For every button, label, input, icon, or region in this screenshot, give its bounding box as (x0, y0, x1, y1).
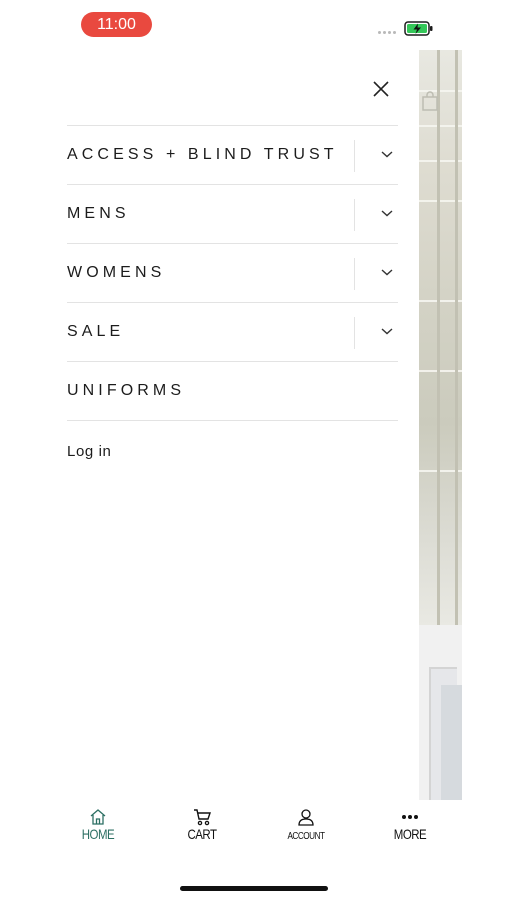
menu-item-label: MENS (67, 205, 130, 222)
store-hero-image (419, 50, 462, 625)
menu-item-label: ACCESS + BLIND TRUST (67, 146, 338, 163)
home-indicator[interactable] (180, 886, 328, 891)
tab-cart[interactable]: CART (162, 808, 242, 852)
chevron-down-icon[interactable] (380, 267, 394, 277)
tab-account[interactable]: ACCOUNT (266, 808, 346, 852)
menu-item-uniforms[interactable]: UNIFORMS (67, 361, 398, 421)
tab-label: HOME (81, 826, 115, 842)
login-link[interactable]: Log in (67, 443, 111, 460)
home-icon (90, 809, 106, 825)
status-time: 11:00 (81, 12, 152, 37)
product-image (419, 625, 462, 800)
status-bar: 11:00 (0, 0, 507, 50)
signal-icon (378, 31, 400, 35)
account-icon (298, 809, 314, 826)
chevron-down-icon[interactable] (380, 208, 394, 218)
tab-bar: HOME CART ACCOUNT MORE (0, 800, 507, 900)
tab-home[interactable]: HOME (58, 808, 138, 852)
tab-label: CART (187, 826, 217, 842)
divider (354, 199, 355, 231)
cart-icon (194, 809, 211, 826)
menu-item-access-blind-trust[interactable]: ACCESS + BLIND TRUST (67, 125, 398, 184)
divider (354, 258, 355, 290)
menu-item-sale[interactable]: SALE (67, 302, 398, 361)
menu-item-label: WOMENS (67, 264, 166, 281)
menu-item-label: SALE (67, 323, 125, 340)
close-icon[interactable] (366, 77, 396, 101)
chevron-down-icon[interactable] (380, 326, 394, 336)
divider (354, 140, 355, 172)
chevron-down-icon[interactable] (380, 149, 394, 159)
battery-charging-icon (404, 21, 433, 36)
more-icon (402, 815, 418, 819)
divider (354, 317, 355, 349)
shopping-bag-icon (422, 91, 438, 111)
tab-label: ACCOUNT (287, 831, 325, 842)
menu-item-label: UNIFORMS (67, 382, 186, 399)
tab-label: MORE (393, 826, 427, 842)
menu-item-mens[interactable]: MENS (67, 184, 398, 243)
menu-item-womens[interactable]: WOMENS (67, 243, 398, 302)
tab-more[interactable]: MORE (370, 808, 450, 852)
menu-list: ACCESS + BLIND TRUST MENS WOMENS SALE UN… (67, 125, 398, 421)
